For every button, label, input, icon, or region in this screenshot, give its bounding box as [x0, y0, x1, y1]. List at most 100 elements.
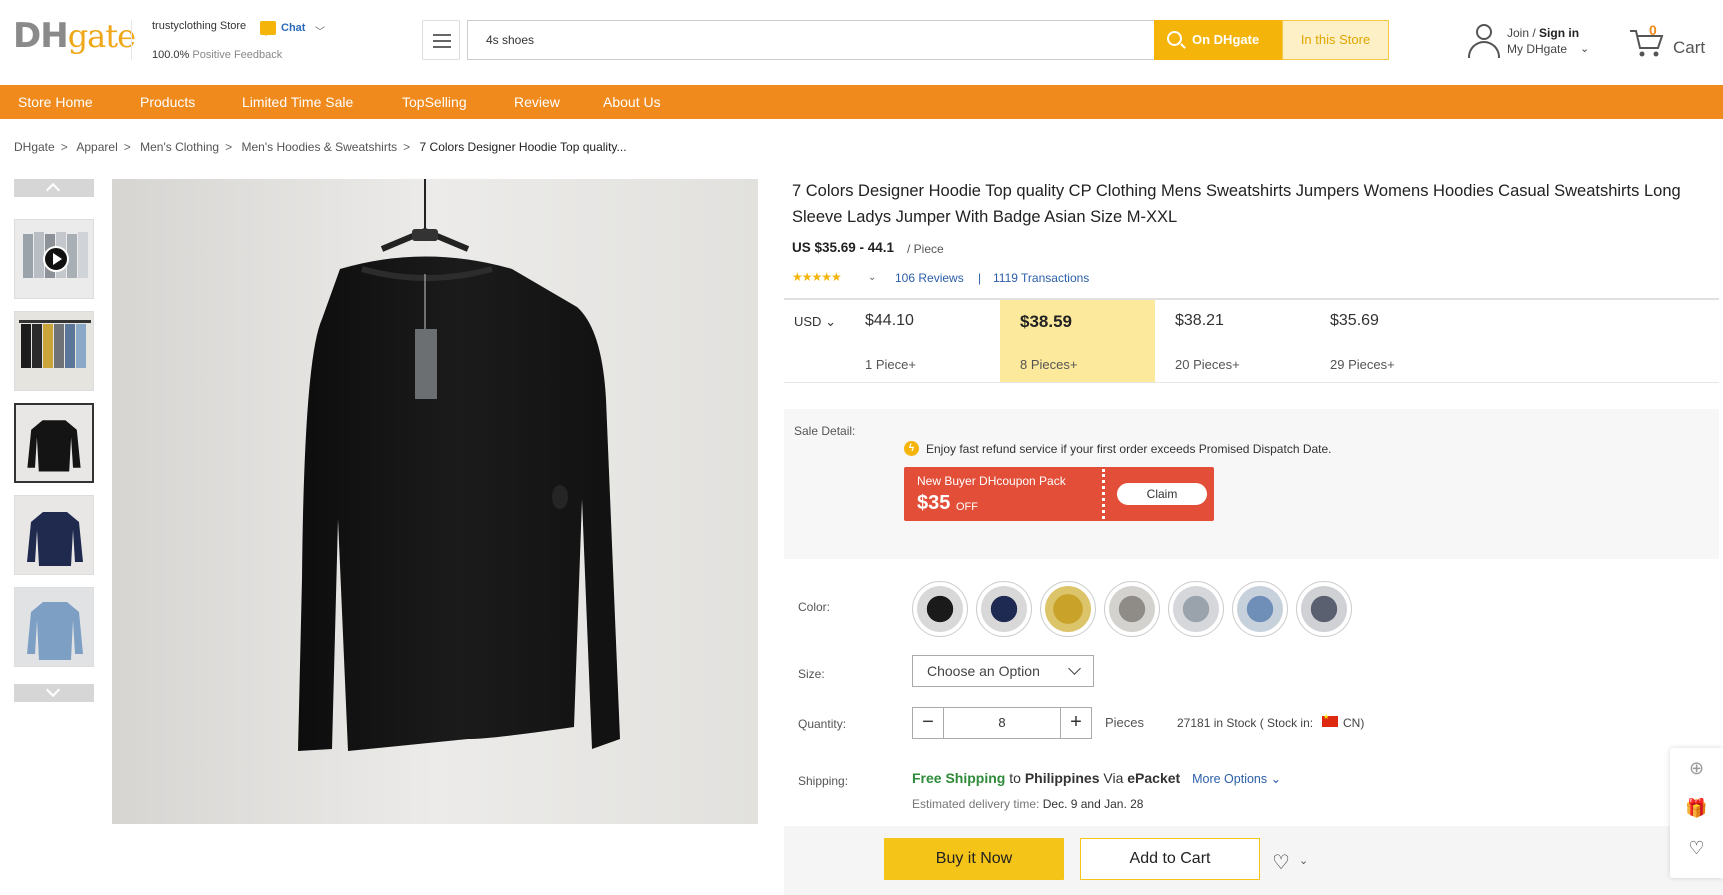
tier-qty: 29 Pieces+ [1330, 357, 1395, 372]
rating-stars[interactable]: ★★★★★ [792, 270, 842, 284]
tier-price: $35.69 [1330, 312, 1379, 329]
coupon-title: New Buyer DHcoupon Pack [917, 474, 1066, 488]
color-swatch-light-grey[interactable] [1168, 581, 1224, 637]
dhgate-logo[interactable]: DHgate [13, 16, 136, 56]
color-swatch-grey[interactable] [1104, 581, 1160, 637]
quantity-increase-button[interactable]: + [1060, 708, 1091, 738]
quantity-unit: Pieces [1105, 715, 1145, 730]
size-select[interactable]: Choose an Option [912, 655, 1094, 687]
hamburger-icon [433, 34, 451, 36]
shipping-country[interactable]: Philippines [1025, 770, 1100, 786]
user-icon[interactable] [1468, 24, 1500, 58]
product-title: 7 Colors Designer Hoodie Top quality CP … [792, 182, 1681, 226]
tier-qty: 20 Pieces+ [1175, 357, 1240, 372]
price-unit: / Piece [907, 242, 944, 256]
store-name[interactable]: trustyclothing Store [152, 20, 246, 32]
chat-icon[interactable] [260, 21, 276, 36]
chevron-down-icon [45, 682, 61, 698]
search-in-store-button[interactable]: In this Store [1282, 20, 1389, 60]
play-icon[interactable] [43, 246, 69, 272]
breadcrumb: DHgate > Apparel > Men's Clothing > Men's H… [14, 140, 627, 154]
nav-limited-time-sale[interactable]: Limited Time Sale [242, 85, 353, 119]
chevron-down-icon[interactable]: ⌄ [1299, 854, 1308, 867]
shipping-info: Free Shipping to Philippines Via ePacket… [912, 770, 1282, 786]
plus-circle-icon[interactable]: ⊕ [1670, 758, 1723, 779]
thumb-scroll-up-button[interactable] [14, 179, 94, 198]
nav-about-us[interactable]: About Us [603, 85, 661, 119]
color-swatch-yellow[interactable] [1040, 581, 1096, 637]
main-product-image[interactable] [112, 179, 758, 824]
heart-icon[interactable]: ♡ [1670, 838, 1723, 859]
breadcrumb-item[interactable]: Men's Clothing [140, 140, 219, 154]
thumbnail-2[interactable] [14, 311, 94, 391]
color-swatch-navy[interactable] [976, 581, 1032, 637]
chevron-down-icon[interactable]: ﹀ [315, 23, 325, 38]
thumbnail-3-selected[interactable] [14, 403, 94, 483]
quantity-input[interactable]: 8 [945, 708, 1059, 738]
thumbnail-5[interactable] [14, 587, 94, 667]
add-to-cart-button[interactable]: Add to Cart [1080, 838, 1260, 880]
tier-price: $44.10 [865, 312, 914, 329]
color-swatch-light-blue[interactable] [1232, 581, 1288, 637]
cart-icon[interactable] [1629, 28, 1665, 58]
chat-link[interactable]: Chat [281, 22, 305, 34]
chevron-down-icon [1068, 662, 1081, 675]
nav-review[interactable]: Review [514, 85, 560, 119]
thumb-image [16, 405, 92, 481]
color-label: Color: [798, 600, 831, 614]
coupon-off: OFF [956, 501, 978, 513]
color-swatch-black[interactable] [912, 581, 968, 637]
tier-qty: 1 Piece+ [865, 357, 916, 372]
thumb-image [15, 496, 93, 574]
search-input[interactable]: 4s shoes [467, 20, 1154, 60]
color-swatch-slate[interactable] [1296, 581, 1352, 637]
price-tier: $35.69 29 Pieces+ [1310, 300, 1465, 382]
header: DHgate trustyclothing Store Chat ﹀ 100.0… [0, 0, 1723, 85]
store-nav: Store Home Products Limited Time Sale To… [0, 85, 1723, 119]
breadcrumb-item[interactable]: Apparel [76, 140, 117, 154]
breadcrumb-item[interactable]: DHgate [14, 140, 55, 154]
nav-topselling[interactable]: TopSelling [402, 85, 467, 119]
gift-icon[interactable]: 🎁 [1670, 798, 1723, 819]
quantity-decrease-button[interactable]: − [913, 708, 944, 738]
chevron-up-icon [45, 182, 61, 198]
shipping-method: ePacket [1127, 770, 1181, 786]
quantity-stepper: − 8 + [912, 707, 1092, 739]
heart-icon[interactable]: ♡ [1272, 850, 1290, 875]
buy-now-button[interactable]: Buy it Now [884, 838, 1064, 880]
nav-store-home[interactable]: Store Home [18, 85, 93, 119]
join-signin-link[interactable]: Join / Sign in [1507, 26, 1579, 40]
sweatshirt-photo [112, 179, 758, 824]
thumb-image [15, 588, 93, 666]
shipping-label: Shipping: [798, 774, 849, 788]
nav-products[interactable]: Products [140, 85, 195, 119]
quantity-label: Quantity: [798, 717, 847, 731]
thumbnail-video[interactable] [14, 219, 94, 299]
divider [131, 20, 132, 60]
sale-detail-label: Sale Detail: [794, 424, 856, 438]
separator: | [978, 271, 982, 285]
tier-qty: 8 Pieces+ [1020, 357, 1078, 372]
thumb-scroll-down-button[interactable] [14, 682, 94, 702]
category-menu-button[interactable] [422, 20, 460, 60]
breadcrumb-item[interactable]: Men's Hoodies & Sweatshirts [241, 140, 397, 154]
transactions-link[interactable]: 1119 Transactions [993, 271, 1089, 285]
floating-toolbar: ⊕ 🎁 ♡ [1670, 748, 1723, 878]
search-on-dhgate-button[interactable]: On DHgate [1154, 20, 1282, 60]
chevron-down-icon[interactable]: ⌄ [1580, 42, 1589, 55]
thumbnail-4[interactable] [14, 495, 94, 575]
thumb-image [15, 312, 93, 390]
hamburger-line [433, 40, 451, 42]
coupon-card: New Buyer DHcoupon Pack $35 OFF Claim [904, 467, 1214, 521]
claim-coupon-button[interactable]: Claim [1117, 483, 1207, 505]
currency-selector[interactable]: USD ⌄ [794, 314, 836, 330]
my-dhgate-link[interactable]: My DHgate [1507, 42, 1567, 56]
free-shipping: Free Shipping [912, 770, 1006, 786]
cart-count-badge: 0 [1649, 22, 1657, 38]
cart-link[interactable]: Cart [1673, 38, 1705, 58]
more-options-link[interactable]: More Options ⌄ [1192, 772, 1281, 786]
reviews-link[interactable]: 106 Reviews [895, 271, 964, 285]
chevron-down-icon[interactable]: ⌄ [868, 272, 876, 283]
stock-info: 27181 in Stock ( Stock in: [1177, 716, 1314, 730]
china-flag-icon [1322, 713, 1338, 727]
